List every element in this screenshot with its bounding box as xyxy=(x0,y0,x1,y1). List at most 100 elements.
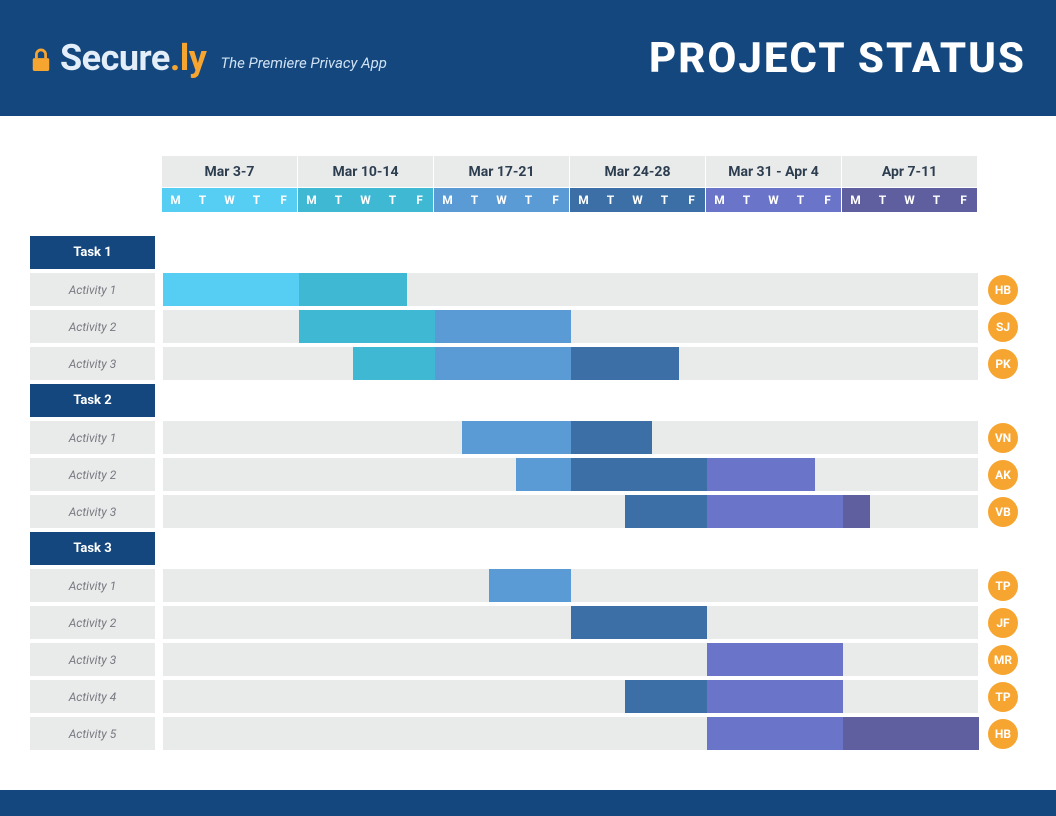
days-row: MTWTF xyxy=(706,188,841,212)
activity-row: Activity 2JF xyxy=(30,606,1026,639)
task-label: Task 1 xyxy=(30,236,155,269)
week-label: Mar 10-14 xyxy=(298,156,433,188)
day-cell: T xyxy=(325,188,352,212)
activity-label: Activity 3 xyxy=(30,495,155,528)
activity-track xyxy=(163,606,978,639)
week-label: Apr 7-11 xyxy=(842,156,977,188)
week-label: Mar 31 - Apr 4 xyxy=(706,156,841,188)
task-header-row: Task 3 xyxy=(30,532,1026,565)
week-column: Apr 7-11MTWTF xyxy=(842,156,977,212)
week-column: Mar 10-14MTWTF xyxy=(298,156,433,212)
day-cell: M xyxy=(842,188,869,212)
gantt-bar xyxy=(571,347,679,380)
gantt-bar xyxy=(707,643,843,676)
owner-avatar: VB xyxy=(988,497,1018,527)
activity-row: Activity 5 HB xyxy=(30,717,1026,750)
activity-row: Activity 2 SJ xyxy=(30,310,1026,343)
day-cell: F xyxy=(542,188,569,212)
week-label: Mar 17-21 xyxy=(434,156,569,188)
activity-track xyxy=(163,680,978,713)
day-cell: T xyxy=(379,188,406,212)
brand-area: Secure.ly The Premiere Privacy App xyxy=(30,37,387,79)
activity-row: Activity 1 HB xyxy=(30,273,1026,306)
activity-track xyxy=(163,717,978,750)
day-cell: T xyxy=(461,188,488,212)
activity-row: Activity 1VN xyxy=(30,421,1026,454)
days-row: MTWTF xyxy=(298,188,433,212)
day-cell: T xyxy=(597,188,624,212)
days-row: MTWTF xyxy=(842,188,977,212)
day-cell: M xyxy=(298,188,325,212)
day-cell: W xyxy=(760,188,787,212)
gantt-bar xyxy=(707,680,843,713)
brand-ly: ly xyxy=(180,37,207,79)
owner-avatar: HB xyxy=(988,275,1018,305)
activity-label: Activity 3 xyxy=(30,347,155,380)
activity-row: Activity 3 VB xyxy=(30,495,1026,528)
owner-avatar: TP xyxy=(988,571,1018,601)
activity-row: Activity 4 TP xyxy=(30,680,1026,713)
day-cell: T xyxy=(923,188,950,212)
gantt-bar xyxy=(435,310,571,343)
gantt-bar xyxy=(489,569,571,602)
task-label: Task 3 xyxy=(30,532,155,565)
owner-avatar: HB xyxy=(988,719,1018,749)
day-cell: T xyxy=(869,188,896,212)
activity-track xyxy=(163,495,978,528)
timeline-header: Mar 3-7MTWTFMar 10-14MTWTFMar 17-21MTWTF… xyxy=(162,156,1026,212)
task-track xyxy=(163,532,978,565)
activity-label: Activity 5 xyxy=(30,717,155,750)
activity-label: Activity 1 xyxy=(30,569,155,602)
gantt-body: Task 1 Activity 1 HB Activity 2 SJ Activity 3… xyxy=(30,236,1026,750)
days-row: MTWTF xyxy=(434,188,569,212)
task-track xyxy=(163,236,978,269)
day-cell: F xyxy=(950,188,977,212)
gantt-chart: Mar 3-7MTWTFMar 10-14MTWTFMar 17-21MTWTF… xyxy=(0,116,1056,750)
task-header-row: Task 1 xyxy=(30,236,1026,269)
day-cell: T xyxy=(189,188,216,212)
days-row: MTWTF xyxy=(570,188,705,212)
activity-track xyxy=(163,347,978,380)
day-cell: M xyxy=(570,188,597,212)
activity-track xyxy=(163,273,978,306)
gantt-bar xyxy=(163,273,299,306)
activity-track xyxy=(163,569,978,602)
gantt-bar xyxy=(707,458,815,491)
day-cell: M xyxy=(162,188,189,212)
day-cell: W xyxy=(488,188,515,212)
activity-row: Activity 3PK xyxy=(30,347,1026,380)
gantt-bar xyxy=(299,273,407,306)
day-cell: F xyxy=(270,188,297,212)
owner-avatar: TP xyxy=(988,682,1018,712)
task-header-row: Task 2 xyxy=(30,384,1026,417)
activity-label: Activity 4 xyxy=(30,680,155,713)
brand-text: Secure.ly xyxy=(60,37,206,79)
day-cell: W xyxy=(624,188,651,212)
activity-track xyxy=(163,421,978,454)
gantt-bar xyxy=(571,458,707,491)
brand-secure: Secure xyxy=(60,37,170,79)
owner-avatar: VN xyxy=(988,423,1018,453)
owner-avatar: JF xyxy=(988,608,1018,638)
owner-avatar: AK xyxy=(988,460,1018,490)
activity-label: Activity 1 xyxy=(30,273,155,306)
day-cell: W xyxy=(896,188,923,212)
gantt-bar xyxy=(516,458,571,491)
gantt-bar xyxy=(435,347,571,380)
brand-logo: Secure.ly xyxy=(30,37,206,79)
day-cell: F xyxy=(406,188,433,212)
activity-row: Activity 1 TP xyxy=(30,569,1026,602)
owner-avatar: SJ xyxy=(988,312,1018,342)
days-row: MTWTF xyxy=(162,188,297,212)
day-cell: T xyxy=(787,188,814,212)
gantt-bar xyxy=(707,495,843,528)
activity-label: Activity 3 xyxy=(30,643,155,676)
week-column: Mar 3-7MTWTF xyxy=(162,156,297,212)
week-label: Mar 3-7 xyxy=(162,156,297,188)
week-column: Mar 17-21MTWTF xyxy=(434,156,569,212)
day-cell: M xyxy=(434,188,461,212)
activity-track xyxy=(163,310,978,343)
gantt-bar xyxy=(353,347,435,380)
activity-row: Activity 3MR xyxy=(30,643,1026,676)
activity-label: Activity 2 xyxy=(30,310,155,343)
